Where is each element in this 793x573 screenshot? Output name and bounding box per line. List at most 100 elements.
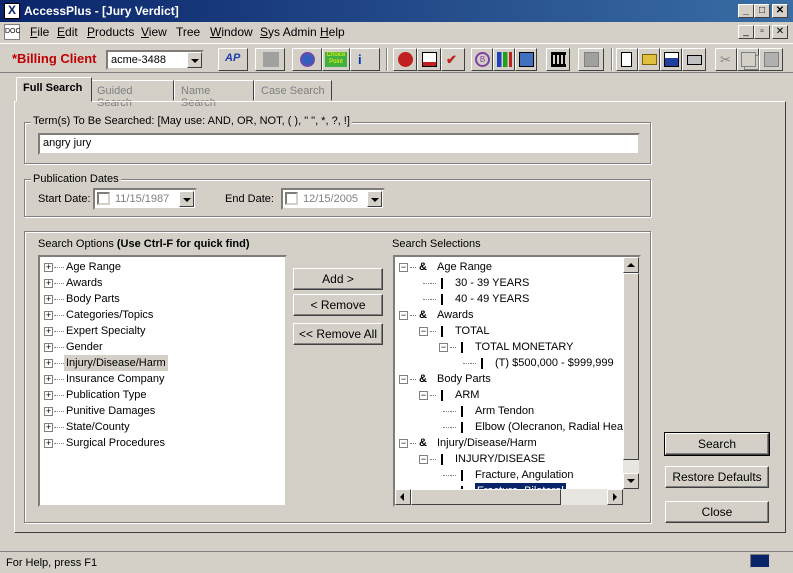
chevron-down-icon[interactable] bbox=[187, 52, 202, 68]
open-button[interactable] bbox=[638, 48, 660, 71]
juris-button[interactable] bbox=[255, 48, 285, 71]
child-restore-button[interactable]: ▫ bbox=[754, 25, 770, 39]
collapse-minus-icon[interactable]: − bbox=[399, 263, 408, 272]
hscroll-thumb[interactable] bbox=[411, 489, 561, 505]
expand-plus-icon[interactable]: + bbox=[44, 439, 53, 448]
option-item[interactable]: + Categories/Topics bbox=[40, 307, 285, 323]
collapse-minus-icon[interactable]: − bbox=[439, 343, 448, 352]
option-item[interactable]: + Punitive Damages bbox=[40, 403, 285, 419]
close-window-button[interactable]: ✕ bbox=[772, 4, 788, 18]
expand-plus-icon[interactable]: + bbox=[44, 343, 53, 352]
close-button[interactable]: Close bbox=[665, 501, 769, 523]
scroll-up-arrow-icon[interactable] bbox=[623, 257, 639, 273]
menu-help[interactable]: Help bbox=[320, 25, 345, 39]
courthouse-button[interactable] bbox=[546, 48, 570, 71]
remove-button[interactable]: < Remove bbox=[293, 294, 383, 316]
selection-node[interactable]: − TOTAL bbox=[395, 323, 623, 339]
option-item[interactable]: + Surgical Procedures bbox=[40, 435, 285, 451]
selection-node[interactable]: 40 - 49 YEARS bbox=[395, 291, 623, 307]
tab-full-search[interactable]: Full Search bbox=[16, 77, 92, 102]
scroll-left-arrow-icon[interactable] bbox=[395, 489, 411, 505]
selection-node[interactable]: 30 - 39 YEARS bbox=[395, 275, 623, 291]
printer-gray-button[interactable] bbox=[578, 48, 604, 71]
scroll-right-arrow-icon[interactable] bbox=[607, 489, 623, 505]
save-button[interactable] bbox=[660, 48, 682, 71]
option-item[interactable]: + Publication Type bbox=[40, 387, 285, 403]
option-item[interactable]: + State/County bbox=[40, 419, 285, 435]
child-minimize-button[interactable]: _ bbox=[738, 25, 754, 39]
selection-node[interactable]: − TOTAL MONETARY bbox=[395, 339, 623, 355]
selection-node[interactable]: − & Age Range bbox=[395, 259, 623, 275]
chevron-down-icon[interactable] bbox=[179, 191, 194, 207]
end-date-picker[interactable]: 12/15/2005 bbox=[281, 188, 385, 210]
restore-defaults-button[interactable]: Restore Defaults bbox=[665, 466, 769, 488]
paste-button[interactable] bbox=[759, 48, 783, 71]
tab-guided-search[interactable]: Guided Search bbox=[90, 80, 174, 109]
document-button[interactable] bbox=[417, 48, 441, 71]
scroll-thumb[interactable] bbox=[623, 273, 639, 460]
info-button[interactable]: i bbox=[350, 48, 380, 71]
collapse-minus-icon[interactable]: − bbox=[399, 375, 408, 384]
option-item[interactable]: + Age Range bbox=[40, 259, 285, 275]
remove-all-button[interactable]: << Remove All bbox=[293, 323, 383, 345]
expand-plus-icon[interactable]: + bbox=[44, 391, 53, 400]
search-terms-input[interactable]: angry jury bbox=[38, 133, 640, 155]
selection-node[interactable]: − & Body Parts bbox=[395, 371, 623, 387]
tab-name-search[interactable]: Name Search bbox=[174, 80, 254, 109]
selection-node[interactable]: Fracture, Angulation bbox=[395, 467, 623, 483]
expand-plus-icon[interactable]: + bbox=[44, 327, 53, 336]
globe-button[interactable] bbox=[292, 48, 322, 71]
vertical-scrollbar[interactable] bbox=[623, 257, 639, 489]
chart-button[interactable] bbox=[493, 48, 515, 71]
billing-client-combo[interactable]: acme-3488 bbox=[106, 50, 204, 70]
scroll-down-arrow-icon[interactable] bbox=[623, 473, 639, 489]
photo-button[interactable] bbox=[515, 48, 537, 71]
add-button[interactable]: Add > bbox=[293, 268, 383, 290]
menu-edit[interactable]: Edit bbox=[57, 25, 78, 39]
selection-node[interactable]: Elbow (Olecranon, Radial Head) bbox=[395, 419, 623, 435]
gavel-button[interactable]: ✔ bbox=[441, 48, 465, 71]
end-date-checkbox[interactable] bbox=[285, 192, 298, 205]
start-date-checkbox[interactable] bbox=[97, 192, 110, 205]
expand-plus-icon[interactable]: + bbox=[44, 375, 53, 384]
collapse-minus-icon[interactable]: − bbox=[419, 391, 428, 400]
option-item[interactable]: + Awards bbox=[40, 275, 285, 291]
option-item[interactable]: + Expert Specialty bbox=[40, 323, 285, 339]
expand-plus-icon[interactable]: + bbox=[44, 263, 53, 272]
option-item[interactable]: + Body Parts bbox=[40, 291, 285, 307]
new-button[interactable] bbox=[616, 48, 638, 71]
minimize-button[interactable]: _ bbox=[738, 4, 754, 18]
tab-case-search[interactable]: Case Search bbox=[254, 80, 332, 101]
menu-file[interactable]: File bbox=[30, 25, 49, 39]
menu-tree[interactable]: Tree bbox=[176, 25, 200, 39]
start-date-picker[interactable]: 11/15/1987 bbox=[93, 188, 197, 210]
owl-button[interactable] bbox=[393, 48, 417, 71]
search-selections-tree[interactable]: − & Age Range 30 - 39 YEARS 40 - 49 YEARS − & A… bbox=[393, 255, 641, 507]
expand-plus-icon[interactable]: + bbox=[44, 279, 53, 288]
selection-node[interactable]: − INJURY/DISEASE bbox=[395, 451, 623, 467]
selection-node[interactable]: (T) $500,000 - $999,999 bbox=[395, 355, 623, 371]
menu-view[interactable]: View bbox=[141, 25, 167, 39]
option-item[interactable]: + Gender bbox=[40, 339, 285, 355]
selection-node[interactable]: Arm Tendon bbox=[395, 403, 623, 419]
option-item[interactable]: + Insurance Company bbox=[40, 371, 285, 387]
chevron-down-icon[interactable] bbox=[367, 191, 382, 207]
search-button[interactable]: Search bbox=[664, 432, 770, 456]
ap-button[interactable]: AP bbox=[218, 48, 248, 71]
menu-window[interactable]: Window bbox=[210, 25, 253, 39]
collapse-minus-icon[interactable]: − bbox=[399, 439, 408, 448]
collapse-minus-icon[interactable]: − bbox=[399, 311, 408, 320]
horizontal-scrollbar[interactable] bbox=[395, 489, 623, 505]
option-item[interactable]: + Injury/Disease/Harm bbox=[40, 355, 285, 371]
menu-sys-admin[interactable]: Sys Admin bbox=[260, 25, 317, 39]
expand-plus-icon[interactable]: + bbox=[44, 407, 53, 416]
collapse-minus-icon[interactable]: − bbox=[419, 327, 428, 336]
expand-plus-icon[interactable]: + bbox=[44, 295, 53, 304]
selection-node[interactable]: − & Injury/Disease/Harm bbox=[395, 435, 623, 451]
cut-button[interactable]: ✂ bbox=[715, 48, 737, 71]
document-window-icon[interactable]: DOC bbox=[4, 24, 21, 40]
print-button[interactable] bbox=[682, 48, 706, 71]
collapse-minus-icon[interactable]: − bbox=[419, 455, 428, 464]
expand-plus-icon[interactable]: + bbox=[44, 359, 53, 368]
b-button[interactable]: B bbox=[471, 48, 493, 71]
